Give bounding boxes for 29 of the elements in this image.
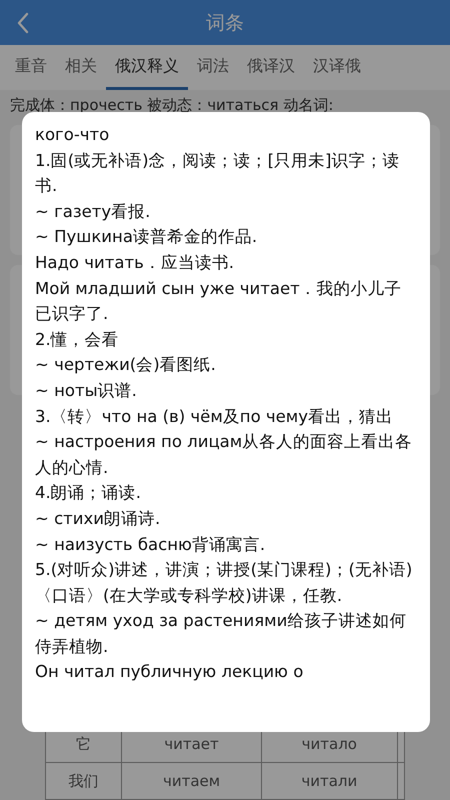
tab[interactable]: 相关 [56,45,106,90]
tab[interactable]: 重音 [6,45,56,90]
definition-line: ~ настроения по лицам从各人的面容上看出各人的心情. [35,431,414,479]
definition-line: Мой младший сын уже читает．我的小儿子已识字了. [35,278,403,326]
definition-line: ~ стихи朗诵诗. [35,508,162,530]
definition-line: ~ наизусть басню背诵寓言. [35,534,266,556]
back-chevron-icon [16,12,30,34]
definition-line: 3.〈转〉что на (в) чём及по чему看出，猜出 [35,406,394,428]
definition-line: Надо читать．应当读书. [35,252,236,274]
tab[interactable]: 俄译汉 [238,45,304,90]
definition-line: 1.固(或无补语)念，阅读；读；[只用未]识字；读书. [35,150,400,198]
table-cell: читали [261,762,398,800]
definition-line: кого-что [35,124,110,146]
definition-line: ~ чертежи(会)看图纸. [35,354,217,376]
definition-line: Он читал публичную лекцию о [35,661,304,684]
word-forms-text: 完成体：прочесть 被动态：читаться 动名词: [10,96,334,115]
tab[interactable]: 汉译俄 [304,45,370,90]
definition-line: 2.懂，会看 [35,328,120,351]
tab[interactable]: 俄汉释义 [106,45,188,90]
tab[interactable]: 词法 [188,45,238,90]
table-cell: 我们 [46,762,122,800]
table-cell: читаем [122,762,262,800]
definition-line: ~ детям уход за растениями给孩子讲述如何侍弄植物. [35,610,408,658]
page-title: 词条 [206,10,244,36]
definition-line: 4.朗诵；诵读. [35,482,142,504]
definition-line: ~ ноты识谱. [35,380,138,402]
definition-line: ~ газету看报. [35,200,152,223]
definition-line: 5.(对听众)讲述，讲演；讲授(某门课程)；(无补语)〈口语〉(在大学或专科学校)讲课，任教. [35,559,414,607]
definition-line: ~ Пушкина读普希金的作品. [35,226,258,248]
